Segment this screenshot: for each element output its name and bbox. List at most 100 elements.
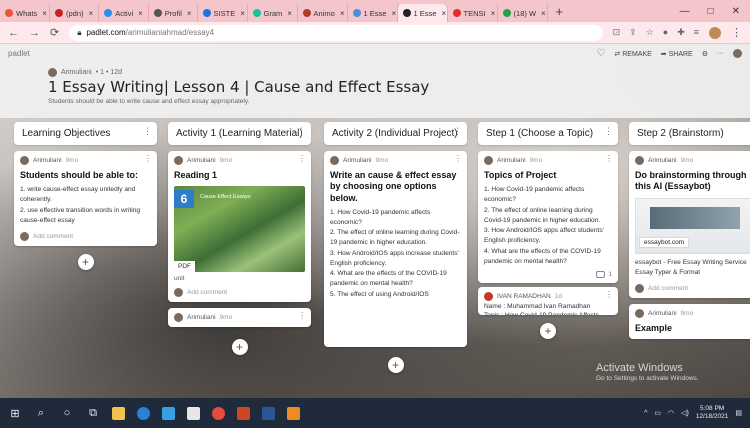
back-icon[interactable]: ← — [8, 27, 19, 39]
add-post-button[interactable]: + — [387, 357, 404, 373]
post-menu-icon[interactable]: ⋮ — [298, 311, 306, 320]
tab-close-icon[interactable]: × — [42, 9, 47, 18]
search-icon[interactable]: ⌕ — [34, 407, 48, 420]
column-menu-icon[interactable]: ⋮ — [297, 126, 306, 137]
post-card[interactable]: ⋮ Arimuliani 9mo Example — [629, 303, 750, 340]
post-menu-icon[interactable]: ⋮ — [298, 154, 306, 163]
profile-avatar[interactable] — [709, 26, 721, 39]
cortana-icon[interactable]: ○ — [60, 407, 74, 419]
maximize-button[interactable]: □ — [708, 6, 714, 17]
gear-icon[interactable]: ⚙ — [702, 50, 708, 58]
browser-tab[interactable]: TENSI × — [448, 4, 498, 22]
tab-close-icon[interactable]: × — [541, 9, 546, 18]
tab-close-icon[interactable]: × — [287, 9, 292, 18]
powerpoint-icon[interactable] — [237, 406, 250, 420]
post-menu-icon[interactable]: ⋮ — [605, 154, 613, 163]
word-icon[interactable] — [262, 406, 275, 420]
tab-label: SISTE — [213, 8, 236, 18]
column-menu-icon[interactable]: ⋮ — [143, 126, 152, 137]
add-comment-button[interactable]: Add comment — [174, 288, 305, 298]
tab-close-icon[interactable]: × — [89, 9, 94, 18]
wifi-icon[interactable]: ◠ — [668, 409, 674, 417]
post-card[interactable]: ⋮ IVAN RAMADHAN 1d Name : Muhammad Ivan … — [478, 287, 618, 315]
volume-icon[interactable]: ◁) — [681, 409, 689, 417]
close-window-button[interactable]: ✕ — [732, 6, 740, 17]
browser-tab[interactable]: Gram × — [248, 4, 298, 22]
tab-close-icon[interactable]: × — [491, 9, 496, 18]
mail-icon[interactable] — [162, 406, 175, 420]
task-view-icon[interactable]: ⧉ — [86, 407, 100, 420]
more-icon[interactable]: ··· — [717, 50, 724, 57]
column-menu-icon[interactable]: ⋮ — [604, 126, 613, 137]
browser-tab[interactable]: Whats × — [0, 4, 50, 22]
tab-close-icon[interactable]: × — [391, 9, 396, 18]
file-explorer-icon[interactable] — [112, 406, 125, 420]
tab-close-icon[interactable]: × — [340, 9, 345, 18]
forward-icon[interactable]: → — [29, 27, 40, 39]
post-menu-icon[interactable]: ⋮ — [454, 154, 462, 163]
browser-tab[interactable]: SISTE × — [198, 4, 248, 22]
new-tab-button[interactable]: + — [548, 4, 572, 19]
notifications-icon[interactable]: ▤ — [735, 409, 742, 417]
tab-close-icon[interactable]: × — [187, 9, 192, 18]
post-card[interactable]: ⋮ Arimuliani 9mo Reading 1 6 Cause Effec… — [168, 151, 311, 303]
browser-tab[interactable]: 1 Esse × — [348, 4, 398, 22]
post-card[interactable]: ⋮ Arimuliani 9mo — [168, 308, 311, 328]
browser-tab[interactable]: (18) W × — [498, 4, 548, 22]
user-avatar[interactable] — [733, 49, 742, 58]
minimize-button[interactable]: — — [680, 6, 690, 17]
extension-icons: ⊡ ⇪ ☆ ● ✚ ≡ — [613, 27, 699, 38]
windows-start-icon[interactable]: ⊞ — [8, 407, 22, 420]
add-comment-button[interactable]: Add comment — [635, 283, 750, 293]
tab-close-icon[interactable]: × — [441, 9, 446, 18]
post-card[interactable]: ⋮ Arimuliani 9mo Do brainstorming throug… — [629, 151, 750, 298]
install-app-icon[interactable]: ⊡ — [613, 27, 621, 38]
battery-icon[interactable]: ▭ — [654, 409, 661, 417]
post-card[interactable]: ⋮ Arimuliani 9mo Students should be able… — [14, 151, 157, 247]
share-button[interactable]: ➦ SHARE — [661, 50, 693, 58]
tray-chevron-icon[interactable]: ^ — [644, 410, 647, 417]
link-preview[interactable]: essaybot.com — [635, 197, 750, 254]
post-body: 1. write cause-effect essay unitedly and… — [20, 186, 141, 224]
tab-close-icon[interactable]: × — [138, 9, 143, 18]
add-post-button[interactable]: + — [77, 254, 94, 271]
browser-tab[interactable]: Activi × — [99, 4, 149, 22]
extension-icon[interactable]: ● — [663, 27, 668, 38]
tab-favicon-icon — [153, 9, 162, 17]
post-card[interactable]: ⋮ Arimuliani 9mo Topics of Project 1. Ho… — [478, 151, 618, 283]
share-page-icon[interactable]: ⇪ — [629, 27, 637, 38]
post-menu-icon[interactable]: ⋮ — [144, 154, 152, 163]
store-icon[interactable] — [187, 406, 200, 420]
browser-tab[interactable]: Animo × — [298, 4, 348, 22]
url-input[interactable]: 🔒︎ padlet.com/arimulianiahmad/essay4 — [69, 24, 603, 41]
post-menu-icon[interactable]: ⋮ — [605, 290, 613, 299]
pdf-thumbnail[interactable]: 6 Cause Effect Essays PDF — [174, 186, 305, 273]
browser-tab[interactable]: Profil × — [149, 4, 198, 22]
browser-menu-icon[interactable]: ⋮ — [731, 26, 742, 39]
comment-count[interactable]: 1 — [484, 271, 612, 278]
post-author: Arimuliani 9mo — [635, 156, 750, 165]
extension-puzzle-icon[interactable]: ✚ — [677, 27, 685, 38]
chrome-icon[interactable] — [212, 406, 225, 420]
padlet-logo[interactable]: padlet — [8, 49, 30, 58]
bookmark-star-icon[interactable]: ☆ — [646, 27, 654, 38]
add-post-button[interactable]: + — [231, 339, 248, 356]
column-menu-icon[interactable]: ⋮ — [453, 126, 462, 137]
reading-list-icon[interactable]: ≡ — [694, 27, 699, 38]
heart-icon[interactable]: ♡ — [596, 48, 605, 59]
post-body: Name : Muhammad Ivan Ramadhan Topic : Ho… — [484, 303, 599, 315]
post-card[interactable]: ⋮ Arimuliani 9mo Write an cause & effect… — [324, 151, 467, 347]
browser-tab[interactable]: 1 Esse × — [397, 4, 448, 22]
tab-close-icon[interactable]: × — [240, 9, 245, 18]
firefox-icon[interactable] — [287, 406, 300, 420]
add-post-button[interactable]: + — [540, 323, 556, 339]
reload-icon[interactable]: ⟳ — [50, 26, 59, 39]
edge-icon[interactable] — [137, 406, 150, 420]
browser-tab[interactable]: (pdn) × — [50, 4, 100, 22]
taskbar-clock[interactable]: 5:08 PM 12/18/2021 — [696, 405, 729, 421]
add-comment-button[interactable]: Add comment — [20, 232, 151, 242]
tab-favicon-icon — [55, 9, 63, 17]
remake-button[interactable]: ⇄ REMAKE — [614, 50, 651, 58]
post-time: 9mo — [680, 157, 694, 164]
window-controls: — □ ✕ — [680, 6, 750, 17]
